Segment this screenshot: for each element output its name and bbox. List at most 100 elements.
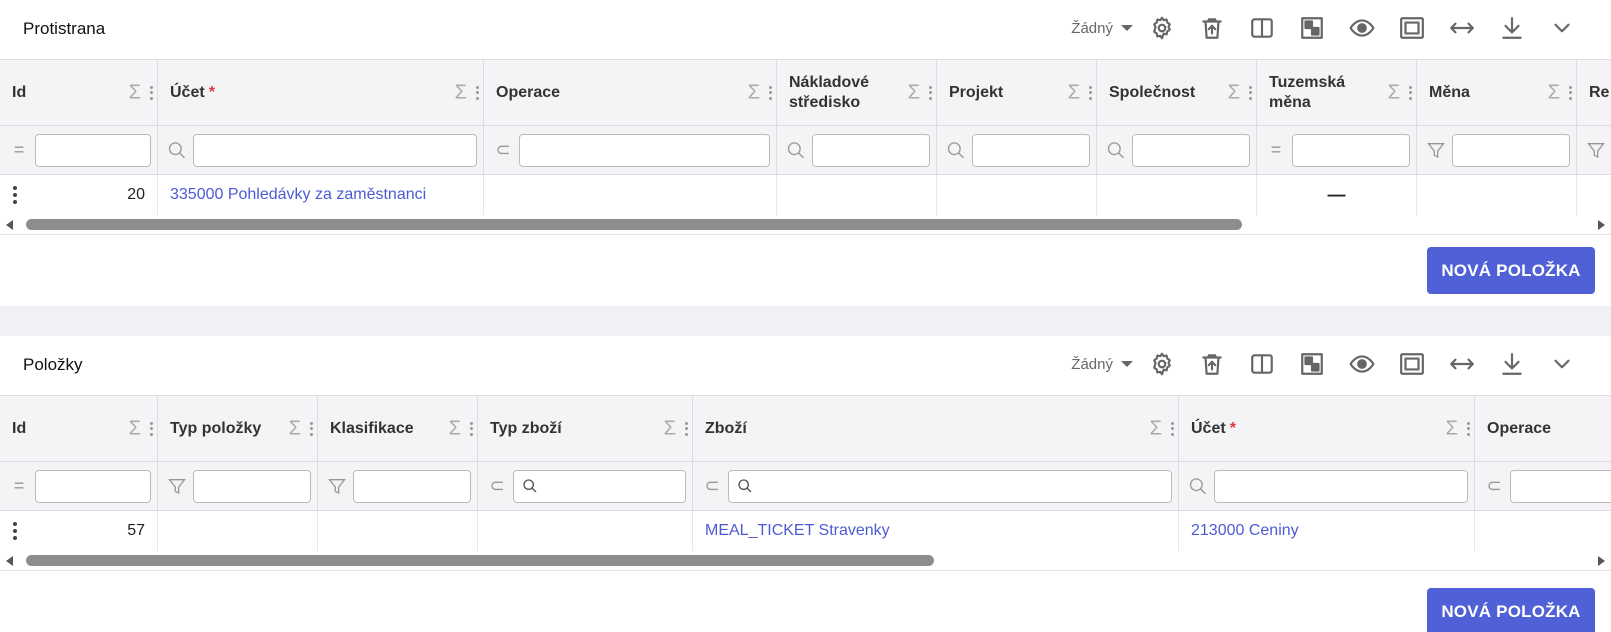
filter-input-zbozi[interactable] <box>728 470 1172 503</box>
column-header-mena[interactable]: Měna Σ <box>1417 60 1577 125</box>
funnel-filter-icon[interactable] <box>1425 139 1447 160</box>
search-filter-icon[interactable] <box>1187 475 1209 496</box>
column-header-zbozi[interactable]: Zboží Σ <box>693 396 1179 461</box>
column-menu-icon[interactable] <box>1569 85 1572 100</box>
filter-input-mena[interactable] <box>1452 134 1570 167</box>
sum-icon[interactable]: Σ <box>1228 81 1240 104</box>
filter-input-projekt[interactable] <box>972 134 1090 167</box>
equals-filter-icon[interactable]: = <box>1265 140 1287 161</box>
filter-input-spolecnost[interactable] <box>1132 134 1250 167</box>
column-menu-icon[interactable] <box>1249 85 1252 100</box>
gear-icon[interactable] <box>1137 346 1187 382</box>
search-filter-icon[interactable] <box>785 139 807 160</box>
sum-icon[interactable]: Σ <box>908 81 920 104</box>
sum-icon[interactable]: Σ <box>1446 417 1458 440</box>
account-link[interactable]: 213000 Ceniny <box>1191 522 1299 540</box>
sum-icon[interactable]: Σ <box>748 81 760 104</box>
column-header-ucet[interactable]: Účet * Σ <box>1179 396 1475 461</box>
gear-icon[interactable] <box>1137 10 1187 46</box>
fit-icon[interactable] <box>1387 10 1437 46</box>
column-header-re[interactable]: Re <box>1577 60 1611 125</box>
equals-filter-icon[interactable]: = <box>8 476 30 497</box>
chevron-down-icon[interactable] <box>1537 10 1587 46</box>
layout-icon[interactable] <box>1287 10 1337 46</box>
sum-icon[interactable]: Σ <box>1388 81 1400 104</box>
scroll-left-icon[interactable] <box>6 556 13 566</box>
filter-input-ucet[interactable] <box>1214 470 1468 503</box>
search-filter-icon[interactable] <box>1105 139 1127 160</box>
column-menu-icon[interactable] <box>685 421 688 436</box>
sum-icon[interactable]: Σ <box>1068 81 1080 104</box>
filter-input-typ-polozky[interactable] <box>193 470 311 503</box>
filter-input-operace[interactable] <box>1510 470 1611 503</box>
new-item-button[interactable]: NOVÁ POLOŽKA <box>1427 588 1595 632</box>
funnel-filter-icon[interactable] <box>326 475 348 496</box>
scroll-left-icon[interactable] <box>6 220 13 230</box>
preset-dropdown[interactable]: Žádný <box>1071 356 1133 373</box>
filter-input-klasifikace[interactable] <box>353 470 471 503</box>
sum-icon[interactable]: Σ <box>129 81 141 104</box>
filter-input-tuzemska-mena[interactable] <box>1292 134 1410 167</box>
subset-filter-icon[interactable]: ⊂ <box>492 140 514 161</box>
split-view-icon[interactable] <box>1237 346 1287 382</box>
filter-input-id[interactable] <box>35 134 151 167</box>
funnel-filter-icon[interactable] <box>166 475 188 496</box>
column-header-nakladove-stredisko[interactable]: Nákladové středisko Σ <box>777 60 937 125</box>
preset-dropdown[interactable]: Žádný <box>1071 20 1133 37</box>
visibility-icon[interactable] <box>1337 346 1387 382</box>
horizontal-scrollbar[interactable] <box>0 215 1611 235</box>
subset-filter-icon[interactable]: ⊂ <box>486 476 508 497</box>
column-menu-icon[interactable] <box>929 85 932 100</box>
sum-icon[interactable]: Σ <box>1150 417 1162 440</box>
subset-filter-icon[interactable]: ⊂ <box>701 476 723 497</box>
column-header-typ-polozky[interactable]: Typ položky Σ <box>158 396 318 461</box>
column-header-spolecnost[interactable]: Společnost Σ <box>1097 60 1257 125</box>
download-icon[interactable] <box>1487 10 1537 46</box>
column-header-projekt[interactable]: Projekt Σ <box>937 60 1097 125</box>
column-header-ucet[interactable]: Účet * Σ <box>158 60 484 125</box>
resize-icon[interactable] <box>1437 346 1487 382</box>
column-header-id[interactable]: Id Σ <box>0 60 158 125</box>
delete-icon[interactable] <box>1187 346 1237 382</box>
column-menu-icon[interactable] <box>1409 85 1412 100</box>
new-item-button[interactable]: NOVÁ POLOŽKA <box>1427 247 1595 294</box>
scrollbar-thumb[interactable] <box>26 219 1242 230</box>
filter-input-ucet[interactable] <box>193 134 477 167</box>
search-filter-icon[interactable] <box>945 139 967 160</box>
column-header-operace[interactable]: OperaceΣ <box>484 60 777 125</box>
filter-input-id[interactable] <box>35 470 151 503</box>
sum-icon[interactable]: Σ <box>449 417 461 440</box>
column-header-id[interactable]: Id Σ <box>0 396 158 461</box>
column-menu-icon[interactable] <box>769 85 772 100</box>
column-menu-icon[interactable] <box>476 85 479 100</box>
column-header-operace[interactable]: OperaceΣ <box>1475 396 1611 461</box>
column-header-tuzemska-mena[interactable]: Tuzemská měna Σ <box>1257 60 1417 125</box>
equals-filter-icon[interactable]: = <box>8 140 30 161</box>
delete-icon[interactable] <box>1187 10 1237 46</box>
column-menu-icon[interactable] <box>1089 85 1092 100</box>
goods-link[interactable]: MEAL_TICKET Stravenky <box>705 522 890 540</box>
chevron-down-icon[interactable] <box>1537 346 1587 382</box>
row-menu-icon[interactable] <box>13 522 17 540</box>
sum-icon[interactable]: Σ <box>1548 81 1560 104</box>
scroll-right-icon[interactable] <box>1598 220 1605 230</box>
column-menu-icon[interactable] <box>150 85 153 100</box>
row-menu-icon[interactable] <box>13 186 17 204</box>
column-menu-icon[interactable] <box>1467 421 1470 436</box>
sum-icon[interactable]: Σ <box>289 417 301 440</box>
subset-filter-icon[interactable]: ⊂ <box>1483 476 1505 497</box>
visibility-icon[interactable] <box>1337 10 1387 46</box>
resize-icon[interactable] <box>1437 10 1487 46</box>
table-row[interactable]: 20 335000 Pohledávky za zaměstnanci — <box>0 175 1611 215</box>
split-view-icon[interactable] <box>1237 10 1287 46</box>
column-header-klasifikace[interactable]: Klasifikace Σ <box>318 396 478 461</box>
filter-input-typ-zbozi[interactable] <box>513 470 686 503</box>
table-row[interactable]: 57 MEAL_TICKET Stravenky 213000 Ceniny <box>0 511 1611 551</box>
filter-input-nakladove-stredisko[interactable] <box>812 134 930 167</box>
sum-icon[interactable]: Σ <box>129 417 141 440</box>
search-filter-icon[interactable] <box>166 139 188 160</box>
layout-icon[interactable] <box>1287 346 1337 382</box>
fit-icon[interactable] <box>1387 346 1437 382</box>
sum-icon[interactable]: Σ <box>664 417 676 440</box>
column-menu-icon[interactable] <box>310 421 313 436</box>
